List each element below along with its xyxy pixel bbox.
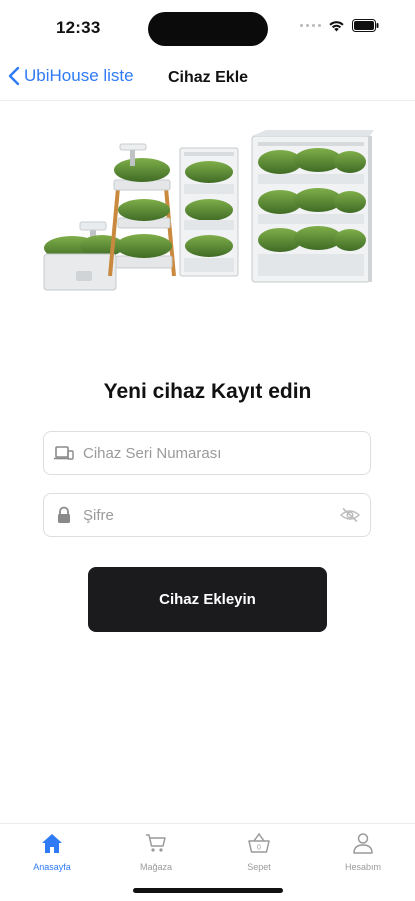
tab-home-label: Anasayfa [33,862,71,872]
eye-slash-icon[interactable] [339,504,361,526]
serial-number-field[interactable] [43,431,371,475]
svg-text:0: 0 [257,845,261,852]
person-icon [318,830,408,856]
planter-products-image [43,130,374,291]
tab-account[interactable]: Hesabım [318,830,408,872]
cart-icon [111,830,201,856]
cellular-signal-icon [300,24,321,27]
basket-icon: 0 [214,830,304,856]
add-device-button[interactable]: Cihaz Ekleyin [88,567,327,632]
wifi-icon [329,21,344,32]
page-title: Cihaz Ekle [168,69,249,86]
serial-number-input[interactable] [83,444,370,462]
tab-store[interactable]: Mağaza [111,830,201,872]
tab-home[interactable]: Anasayfa [7,830,97,872]
back-button[interactable]: UbiHouse liste [8,66,134,86]
back-button-label: UbiHouse liste [24,66,134,85]
lock-icon [53,504,75,526]
status-time: 12:33 [56,18,101,37]
password-field[interactable] [43,493,371,537]
home-indicator [133,888,283,893]
form-heading: Yeni cihaz Kayıt edin [103,380,312,403]
navigation-bar: UbiHouse liste Cihaz Ekle [0,56,415,101]
status-icons [300,19,379,32]
home-icon [7,830,97,856]
chevron-left-icon [8,66,20,86]
tab-basket[interactable]: 0 Sepet [214,830,304,872]
tab-store-label: Mağaza [139,862,173,872]
status-bar: 12:33 [0,0,415,56]
device-icon [53,442,75,464]
tab-basket-label: Sepet [247,862,271,872]
battery-icon [352,19,379,32]
password-input[interactable] [83,506,339,524]
tab-account-label: Hesabım [344,862,381,872]
dynamic-island [148,12,268,46]
